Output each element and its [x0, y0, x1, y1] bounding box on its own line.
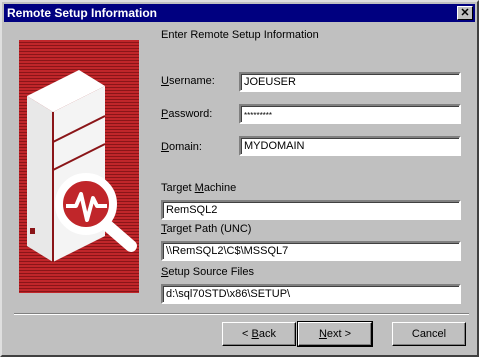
- domain-label: Domain:: [161, 141, 202, 153]
- server-magnifier-icon: [19, 40, 139, 293]
- page-heading: Enter Remote Setup Information: [161, 29, 319, 41]
- domain-field[interactable]: MYDOMAIN: [239, 136, 461, 156]
- next-button[interactable]: Next >: [297, 321, 373, 347]
- username-label: Username:: [161, 75, 215, 87]
- remote-setup-dialog: Remote Setup Information ✕ Enter Remote …: [0, 0, 479, 357]
- title-bar[interactable]: Remote Setup Information ✕: [4, 4, 475, 22]
- username-field[interactable]: JOEUSER: [239, 72, 461, 92]
- setup-source-field[interactable]: d:\sql70STD\x86\SETUP\: [161, 284, 461, 304]
- close-icon[interactable]: ✕: [457, 6, 473, 20]
- cancel-button[interactable]: Cancel: [392, 322, 466, 346]
- target-machine-label: Target Machine: [161, 182, 237, 194]
- setup-source-label: Setup Source Files: [161, 266, 254, 278]
- target-path-label: Target Path (UNC): [161, 223, 252, 235]
- separator: [14, 313, 469, 315]
- back-button[interactable]: < Back: [222, 322, 296, 346]
- window-title: Remote Setup Information: [7, 6, 158, 20]
- target-path-field[interactable]: \\RemSQL2\C$\MSSQL7: [161, 241, 461, 261]
- target-machine-field[interactable]: RemSQL2: [161, 200, 461, 220]
- password-label: Password:: [161, 108, 213, 120]
- password-field[interactable]: *********: [239, 104, 461, 124]
